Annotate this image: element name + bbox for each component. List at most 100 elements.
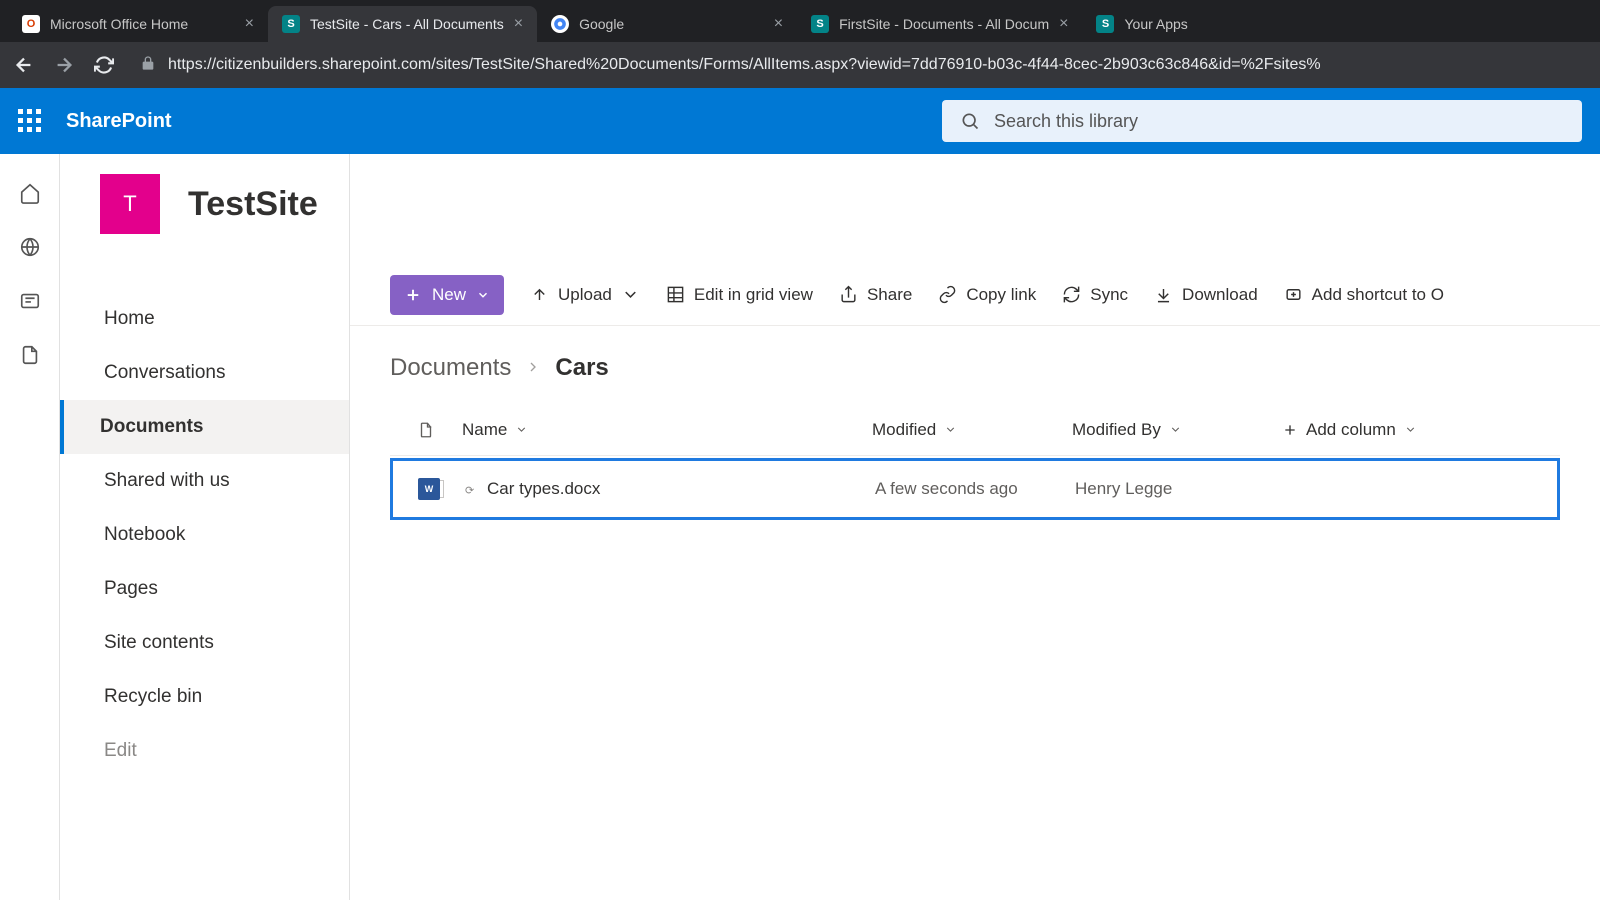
site-logo[interactable]: T	[100, 174, 160, 234]
sync-label: Sync	[1090, 285, 1128, 305]
new-button[interactable]: New	[390, 275, 504, 315]
reload-button[interactable]	[92, 53, 116, 77]
nav-list: Home Conversations Documents Shared with…	[60, 268, 349, 778]
chevron-down-icon	[944, 423, 957, 436]
sync-icon	[1062, 285, 1081, 304]
nav-item-conversations[interactable]: Conversations	[60, 346, 349, 400]
nav-item-notebook[interactable]: Notebook	[60, 508, 349, 562]
app-rail	[0, 154, 60, 900]
breadcrumb: Documents Cars	[350, 326, 1600, 404]
tab-label: Microsoft Office Home	[50, 16, 188, 32]
shortcut-icon	[1284, 285, 1303, 304]
tab-label: TestSite - Cars - All Documents	[310, 16, 504, 32]
command-bar: New Upload Edit in grid view Share Copy …	[350, 264, 1600, 326]
search-icon	[960, 111, 980, 131]
nav-item-documents[interactable]: Documents	[60, 400, 349, 454]
close-icon[interactable]: ×	[245, 15, 254, 33]
nav-item-site-contents[interactable]: Site contents	[60, 616, 349, 670]
link-icon	[938, 285, 957, 304]
breadcrumb-current: Cars	[555, 354, 608, 382]
table-header: Name Modified Modified By Add column	[390, 404, 1560, 456]
app-launcher-icon[interactable]	[18, 109, 42, 133]
document-table: Name Modified Modified By Add column	[350, 404, 1600, 520]
tab-label: FirstSite - Documents - All Docum	[839, 16, 1049, 32]
news-icon[interactable]	[19, 290, 41, 312]
sharepoint-icon: S	[811, 15, 829, 33]
row-modified-by-cell: Henry Legge	[1075, 479, 1285, 499]
download-label: Download	[1182, 285, 1258, 305]
upload-icon	[530, 285, 549, 304]
back-button[interactable]	[12, 53, 36, 77]
plus-icon	[404, 286, 422, 304]
browser-tab[interactable]: O Microsoft Office Home ×	[8, 6, 268, 42]
row-modified-cell: A few seconds ago	[875, 479, 1075, 499]
content-area: New Upload Edit in grid view Share Copy …	[350, 154, 1600, 900]
plus-icon	[1282, 422, 1298, 438]
url-text: https://citizenbuilders.sharepoint.com/s…	[168, 56, 1321, 74]
office-icon: O	[22, 15, 40, 33]
sharepoint-icon: S	[1096, 15, 1114, 33]
search-placeholder: Search this library	[994, 111, 1138, 132]
upload-label: Upload	[558, 285, 612, 305]
close-icon[interactable]: ×	[1059, 15, 1068, 33]
file-icon	[417, 419, 435, 441]
left-nav: Home Conversations Documents Shared with…	[60, 154, 350, 900]
word-doc-icon: W	[418, 478, 440, 500]
nav-item-home[interactable]: Home	[60, 292, 349, 346]
globe-icon[interactable]	[19, 236, 41, 258]
add-shortcut-button[interactable]: Add shortcut to O	[1284, 285, 1444, 305]
tab-label: Google	[579, 16, 624, 32]
share-icon	[839, 285, 858, 304]
nav-item-pages[interactable]: Pages	[60, 562, 349, 616]
browser-tab[interactable]: S FirstSite - Documents - All Docum ×	[797, 6, 1082, 42]
forward-button[interactable]	[52, 53, 76, 77]
chevron-right-icon	[525, 354, 541, 382]
search-input[interactable]: Search this library	[942, 100, 1582, 142]
share-button[interactable]: Share	[839, 285, 912, 305]
breadcrumb-root[interactable]: Documents	[390, 354, 511, 382]
close-icon[interactable]: ×	[774, 15, 783, 33]
google-icon	[551, 15, 569, 33]
browser-tab[interactable]: Google ×	[537, 6, 797, 42]
column-modified-by[interactable]: Modified By	[1072, 420, 1282, 440]
home-icon[interactable]	[19, 182, 41, 204]
nav-edit-link[interactable]: Edit	[60, 724, 349, 778]
copy-link-button[interactable]: Copy link	[938, 285, 1036, 305]
tab-label: Your Apps	[1124, 16, 1187, 32]
column-modified[interactable]: Modified	[872, 420, 1072, 440]
url-field[interactable]: https://citizenbuilders.sharepoint.com/s…	[132, 55, 1588, 76]
browser-tab[interactable]: S TestSite - Cars - All Documents ×	[268, 6, 537, 42]
row-name-cell[interactable]: ⟳ Car types.docx	[465, 479, 875, 499]
site-header: T TestSite	[100, 174, 318, 234]
column-name[interactable]: Name	[462, 420, 872, 440]
add-column-button[interactable]: Add column	[1282, 420, 1417, 440]
download-icon	[1154, 285, 1173, 304]
chevron-down-icon	[515, 423, 528, 436]
browser-address-bar: https://citizenbuilders.sharepoint.com/s…	[0, 42, 1600, 88]
close-icon[interactable]: ×	[514, 15, 523, 33]
share-label: Share	[867, 285, 912, 305]
chevron-down-icon	[476, 288, 490, 302]
row-icon-cell: W	[393, 478, 465, 500]
table-row[interactable]: W ⟳ Car types.docx A few seconds ago Hen…	[390, 458, 1560, 520]
file-icon[interactable]	[19, 344, 41, 366]
browser-tab[interactable]: S Your Apps	[1082, 6, 1282, 42]
new-label: New	[432, 285, 466, 305]
column-file-type[interactable]	[390, 419, 462, 441]
loading-icon: ⟳	[465, 484, 475, 494]
sync-button[interactable]: Sync	[1062, 285, 1128, 305]
nav-item-shared[interactable]: Shared with us	[60, 454, 349, 508]
shortcut-label: Add shortcut to O	[1312, 285, 1444, 305]
download-button[interactable]: Download	[1154, 285, 1258, 305]
edit-grid-button[interactable]: Edit in grid view	[666, 285, 813, 305]
suite-bar: SharePoint Search this library	[0, 88, 1600, 154]
app-body: T TestSite Home Conversations Documents …	[0, 154, 1600, 900]
chevron-down-icon	[1404, 423, 1417, 436]
nav-item-recycle-bin[interactable]: Recycle bin	[60, 670, 349, 724]
browser-tab-strip: O Microsoft Office Home × S TestSite - C…	[0, 0, 1600, 42]
chevron-down-icon	[621, 285, 640, 304]
edit-grid-label: Edit in grid view	[694, 285, 813, 305]
upload-button[interactable]: Upload	[530, 285, 640, 305]
lock-icon	[140, 55, 156, 76]
brand-label[interactable]: SharePoint	[66, 110, 172, 133]
